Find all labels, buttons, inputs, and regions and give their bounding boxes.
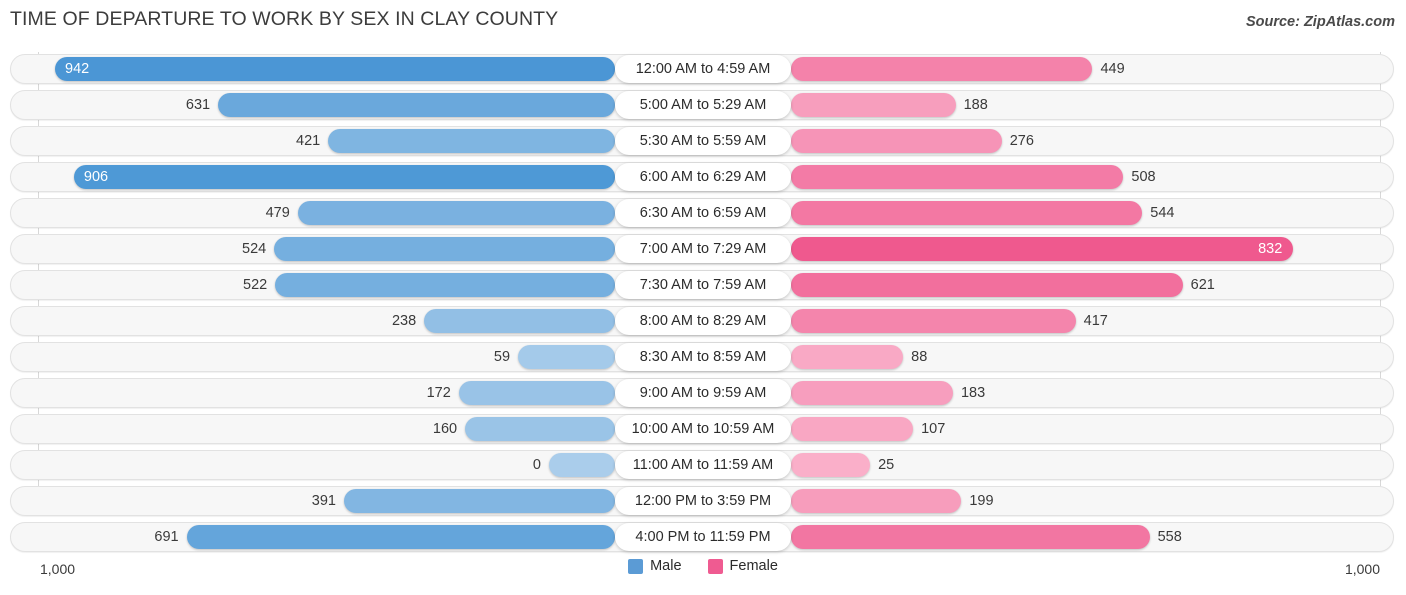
chart-root: TIME OF DEPARTURE TO WORK BY SEX IN CLAY… [0,0,1406,595]
category-label: 11:00 AM to 11:59 AM [615,451,791,479]
bar-value-male: 391 [311,493,336,509]
chart-row[interactable]: 524 832 7:00 AM to 7:29 AM [10,234,1394,264]
bar-value-female: 544 [1150,205,1175,221]
category-label: 7:30 AM to 7:59 AM [615,271,791,299]
bar-value-male: 238 [391,313,417,329]
bar-value-male: 421 [296,133,321,149]
legend-item-male[interactable]: Male [628,558,682,574]
bar-female[interactable] [791,453,871,477]
category-label: 6:00 AM to 6:29 AM [615,163,791,191]
legend-item-female[interactable]: Female [707,558,778,574]
bar-value-female: 449 [1100,61,1125,77]
chart-row[interactable]: 238 417 8:00 AM to 8:29 AM [10,306,1394,336]
chart-plot-area: 942 449 12:00 AM to 4:59 AM 631 188 5:00 AM t… [0,52,1406,555]
chart-legend: Male Female [0,558,1406,574]
bar-value-female: 183 [960,385,986,401]
square-swatch-icon [628,558,644,574]
bar-value-female: 88 [911,349,928,365]
bar-female[interactable] [791,309,1076,333]
bar-value-male: 0 [532,457,541,473]
chart-row[interactable]: 906 508 6:00 AM to 6:29 AM [10,162,1394,192]
chart-row[interactable]: 172 183 9:00 AM to 9:59 AM [10,378,1394,408]
category-label: 5:00 AM to 5:29 AM [615,91,791,119]
bar-male[interactable] [458,381,615,405]
bar-value-female: 832 [1258,241,1283,257]
category-label: 5:30 AM to 5:59 AM [615,127,791,155]
bar-value-male: 524 [242,241,267,257]
bar-male[interactable] [549,453,615,477]
bar-female[interactable] [791,165,1124,189]
axis-tick-right: 1,000 [1344,561,1380,577]
chart-row[interactable]: 59 88 8:30 AM to 8:59 AM [10,342,1394,372]
bar-female[interactable] [791,381,953,405]
legend-label-male: Male [650,558,682,574]
bar-value-male: 691 [154,529,179,545]
bar-value-female: 107 [921,421,946,437]
chart-row[interactable]: 421 276 5:30 AM to 5:59 AM [10,126,1394,156]
source-attribution: Source: ZipAtlas.com [1245,14,1395,30]
bar-male[interactable] [274,237,615,261]
chart-row[interactable]: 391 199 12:00 PM to 3:59 PM [10,486,1394,516]
bar-male[interactable] [218,93,615,117]
bar-female[interactable] [791,129,1002,153]
bar-male[interactable] [275,273,615,297]
bar-value-female: 417 [1083,313,1108,329]
square-swatch-icon [707,558,723,574]
axis-tick-left: 1,000 [40,561,76,577]
chart-row[interactable]: 0 25 11:00 AM to 11:59 AM [10,450,1394,480]
bar-value-female: 25 [878,457,895,473]
bar-male[interactable] [328,129,615,153]
bar-female[interactable] [791,201,1143,225]
bar-value-male: 479 [265,205,290,221]
bar-value-female: 621 [1190,277,1215,293]
bar-male[interactable] [518,345,615,369]
bar-male[interactable] [297,201,615,225]
category-label: 8:00 AM to 8:29 AM [615,307,791,335]
bar-value-male: 906 [83,169,109,185]
chart-row[interactable]: 522 621 7:30 AM to 7:59 AM [10,270,1394,300]
chart-row[interactable]: 631 188 5:00 AM to 5:29 AM [10,90,1394,120]
bar-female[interactable] [791,57,1093,81]
category-label: 4:00 PM to 11:59 PM [615,523,791,551]
category-label: 12:00 AM to 4:59 AM [615,55,791,83]
bar-female[interactable] [791,489,962,513]
bar-value-male: 631 [185,97,211,113]
chart-row[interactable]: 160 107 10:00 AM to 10:59 AM [10,414,1394,444]
bar-value-male: 59 [493,349,511,365]
bar-female[interactable] [791,93,956,117]
bar-female[interactable] [791,525,1150,549]
category-label: 8:30 AM to 8:59 AM [615,343,791,371]
bar-value-female: 199 [969,493,994,509]
bar-value-male: 172 [426,385,451,401]
bar-value-female: 508 [1131,169,1156,185]
bar-male[interactable] [465,417,615,441]
bar-male[interactable] [343,489,615,513]
page-title: TIME OF DEPARTURE TO WORK BY SEX IN CLAY… [10,8,559,30]
category-label: 10:00 AM to 10:59 AM [615,415,791,443]
bar-value-female: 558 [1157,529,1182,545]
category-label: 6:30 AM to 6:59 AM [615,199,791,227]
category-label: 12:00 PM to 3:59 PM [615,487,791,515]
bar-male[interactable] [424,309,615,333]
bar-male[interactable] [186,525,615,549]
bar-value-male: 522 [243,277,268,293]
bar-female[interactable] [791,273,1183,297]
bar-value-female: 276 [1009,133,1034,149]
bar-value-male: 160 [432,421,458,437]
chart-row[interactable]: 942 449 12:00 AM to 4:59 AM [10,54,1394,84]
bar-female[interactable] [791,345,904,369]
chart-row[interactable]: 691 558 4:00 PM to 11:59 PM [10,522,1394,552]
category-label: 7:00 AM to 7:29 AM [615,235,791,263]
chart-row[interactable]: 479 544 6:30 AM to 6:59 AM [10,198,1394,228]
legend-label-female: Female [729,558,778,574]
bar-female[interactable] [791,417,914,441]
bar-value-male: 942 [65,61,90,77]
bar-value-female: 188 [963,97,988,113]
category-label: 9:00 AM to 9:59 AM [615,379,791,407]
